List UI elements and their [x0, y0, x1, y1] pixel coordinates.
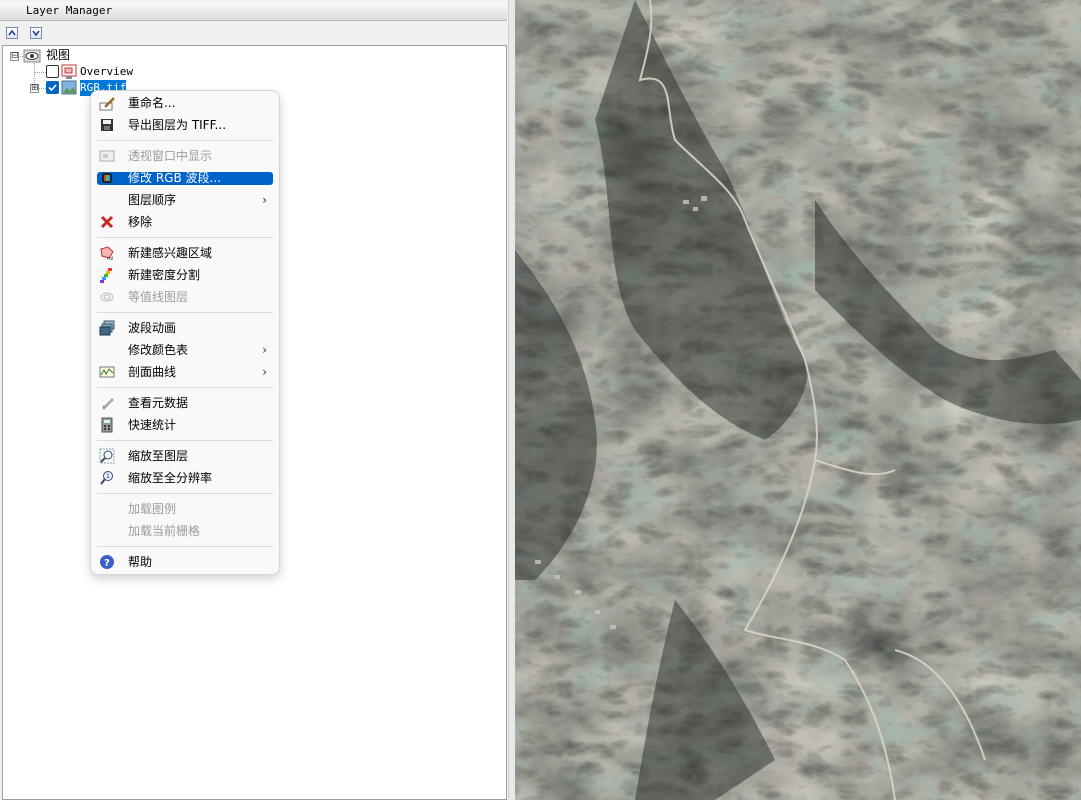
- menu-separator: [97, 312, 273, 313]
- tree-node-view[interactable]: 视图: [46, 47, 70, 63]
- menu-separator: [97, 493, 273, 494]
- menu-item-change-color-table[interactable]: 修改颜色表 ›: [97, 342, 273, 358]
- rgb-bands-icon: [102, 173, 112, 183]
- menu-item-band-animation[interactable]: 波段动画: [97, 320, 273, 336]
- menu-item-quick-stats[interactable]: 快速统计: [97, 417, 273, 433]
- layer-context-menu: 重命名... 导出图层为 TIFF... 透视窗口中显示 修改 RGB 波段..…: [90, 90, 280, 575]
- root-collapse-toggle[interactable]: ⊟: [10, 52, 19, 61]
- profile-icon: [99, 366, 115, 378]
- portal-icon: [99, 150, 115, 162]
- menu-item-view-metadata[interactable]: 查看元数据: [97, 395, 273, 411]
- menu-item-export-tiff[interactable]: 导出图层为 TIFF...: [97, 117, 273, 133]
- menu-separator: [97, 440, 273, 441]
- menu-item-help[interactable]: ? 帮助: [97, 554, 273, 570]
- checkmark-icon: [48, 84, 57, 92]
- tree-node-view-label: 视图: [46, 48, 71, 62]
- eye-icon: [23, 49, 41, 63]
- arrow-down-icon: [32, 30, 40, 37]
- menu-separator: [97, 387, 273, 388]
- panel-title: Layer Manager: [26, 4, 113, 17]
- arrow-up-icon: [8, 29, 16, 36]
- menu-separator: [97, 237, 273, 238]
- density-slice-icon: [100, 268, 112, 283]
- menu-item-new-density-slice[interactable]: 新建密度分割: [97, 267, 273, 283]
- panel-splitter[interactable]: [508, 0, 515, 800]
- move-down-button[interactable]: [30, 27, 42, 39]
- menu-item-remove[interactable]: 移除: [97, 214, 273, 230]
- statistics-icon: [101, 417, 113, 433]
- remove-icon: [100, 215, 114, 229]
- menu-item-rename[interactable]: 重命名...: [97, 95, 273, 111]
- zoom-full-icon: 1: [100, 471, 113, 485]
- menu-item-show-in-portal[interactable]: 透视窗口中显示: [97, 148, 273, 164]
- menu-item-zoom-to-layer[interactable]: 缩放至图层: [97, 448, 273, 464]
- menu-item-contour-layer[interactable]: 等值线图层: [97, 289, 273, 305]
- rgb-expand-toggle[interactable]: ⊞: [30, 84, 39, 93]
- menu-item-layer-order[interactable]: 图层顺序 ›: [97, 192, 273, 208]
- save-icon: [101, 119, 113, 131]
- tree-line: [34, 72, 46, 73]
- rgb-visibility-checkbox[interactable]: [46, 81, 59, 94]
- menu-item-profile-curve[interactable]: 剖面曲线 ›: [97, 364, 273, 380]
- menu-item-change-rgb-bands[interactable]: 修改 RGB 波段...: [97, 172, 273, 185]
- menu-item-new-roi[interactable]: roi 新建感兴趣区域: [97, 245, 273, 261]
- help-icon: ?: [100, 555, 114, 569]
- rename-icon: [99, 97, 115, 111]
- tree-node-overview-label: Overview: [80, 65, 133, 78]
- menu-item-zoom-full-resolution[interactable]: 1 缩放至全分辨率: [97, 470, 273, 486]
- submenu-arrow-icon: ›: [262, 343, 267, 357]
- submenu-arrow-icon: ›: [262, 365, 267, 379]
- tree-node-overview[interactable]: Overview: [80, 64, 133, 80]
- submenu-arrow-icon: ›: [262, 193, 267, 207]
- overview-visibility-checkbox[interactable]: [46, 65, 59, 78]
- satellite-image: [515, 0, 1081, 800]
- move-up-button[interactable]: [6, 27, 18, 39]
- raster-layer-icon: [61, 80, 77, 95]
- layer-toolbar: [0, 22, 507, 44]
- zoom-layer-icon: [99, 448, 115, 464]
- svg-text:?: ?: [104, 558, 110, 569]
- band-animation-icon: [99, 320, 115, 336]
- menu-separator: [97, 546, 273, 547]
- svg-text:roi: roi: [107, 256, 113, 261]
- panel-title-bar: Layer Manager: [0, 2, 507, 21]
- metadata-icon: [102, 398, 114, 410]
- contour-icon: [100, 292, 114, 302]
- menu-item-load-current-raster[interactable]: 加载当前栅格: [97, 523, 273, 539]
- roi-icon: roi: [100, 246, 114, 261]
- menu-separator: [97, 140, 273, 141]
- tree-line: [39, 88, 46, 89]
- overview-icon: [61, 64, 77, 79]
- map-view[interactable]: [515, 0, 1081, 800]
- menu-item-load-legend[interactable]: 加载图例: [97, 501, 273, 517]
- svg-text:1: 1: [106, 473, 110, 480]
